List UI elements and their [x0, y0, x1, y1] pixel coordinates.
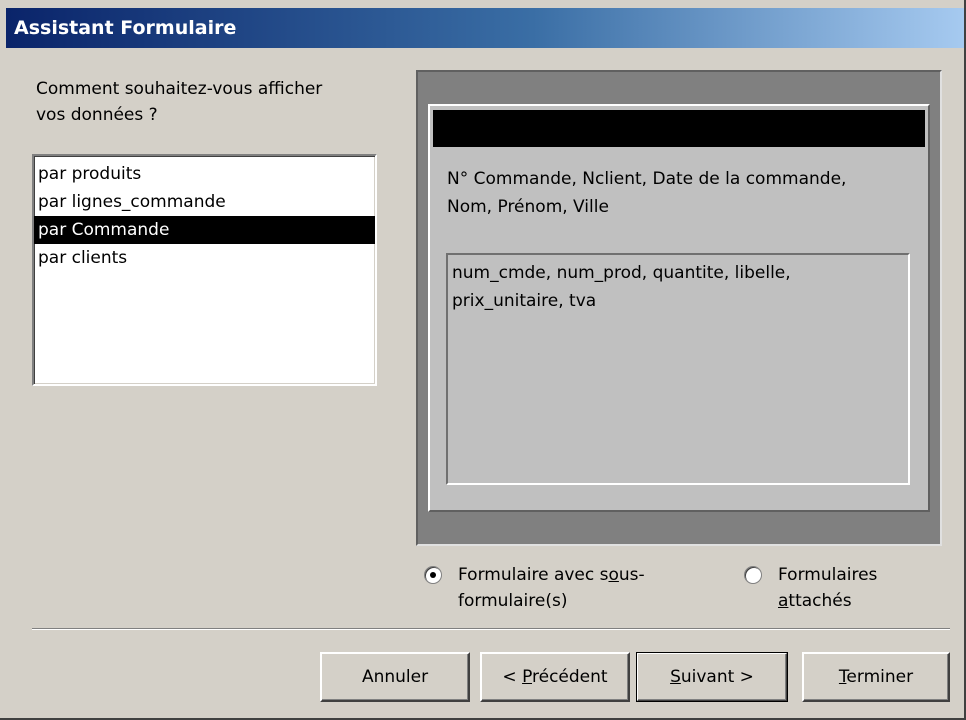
- radio-label-subform[interactable]: Formulaire avec sous- formulaire(s): [458, 562, 645, 614]
- radio-subform-option[interactable]: Formulaire avec sous- formulaire(s): [424, 562, 645, 614]
- previous-accel: P: [522, 667, 533, 687]
- finish-button-label: Terminer: [839, 667, 913, 687]
- subform-preview: num_cmde, num_prod, quantite, libelle, p…: [446, 253, 910, 485]
- title-bar[interactable]: Assistant Formulaire: [6, 8, 964, 48]
- finish-button[interactable]: Terminer: [802, 652, 950, 702]
- previous-text-b: récédent: [532, 667, 608, 687]
- radio-button-subform[interactable]: [424, 566, 442, 584]
- radio-linked-accel: a: [778, 591, 789, 611]
- main-fields-line-2: Nom, Prénom, Ville: [447, 197, 609, 217]
- prompt-line-1: Comment souhaitez-vous afficher: [36, 79, 323, 99]
- next-text-b: uivant >: [680, 667, 754, 687]
- next-button[interactable]: Suivant >: [636, 652, 788, 702]
- radio-subform-text-a: Formulaire avec s: [458, 565, 609, 585]
- cancel-button[interactable]: Annuler: [320, 652, 470, 702]
- subform-fields-line-1: num_cmde, num_prod, quantite, libelle,: [452, 263, 791, 283]
- prompt-text: Comment souhaitez-vous afficher vos donn…: [36, 76, 396, 128]
- cancel-button-label: Annuler: [361, 667, 429, 687]
- radio-subform-accel: o: [608, 565, 619, 585]
- wizard-window: Assistant Formulaire Comment souhaitez-v…: [0, 0, 966, 720]
- finish-text-b: erminer: [846, 667, 914, 687]
- list-item-par-clients[interactable]: par clients: [34, 244, 375, 272]
- previous-button-label: < Précédent: [502, 667, 607, 687]
- radio-button-linked[interactable]: [744, 566, 762, 584]
- list-item-par-commande[interactable]: par Commande: [34, 216, 375, 244]
- main-form-fields: N° Commande, Nclient, Date de la command…: [447, 165, 917, 221]
- radio-linked-text-b: ttachés: [788, 591, 852, 611]
- view-by-listbox[interactable]: par produits par lignes_commande par Com…: [32, 154, 377, 386]
- previous-text-a: <: [502, 667, 523, 687]
- subform-fields-line-2: prix_unitaire, tva: [452, 291, 597, 311]
- form-preview-header-bar: [433, 110, 925, 147]
- prompt-line-2: vos données ?: [36, 105, 158, 125]
- radio-subform-line-2: formulaire(s): [458, 591, 568, 611]
- previous-button[interactable]: < Précédent: [480, 652, 630, 702]
- radio-linked-line-1: Formulaires: [778, 565, 878, 585]
- separator-line: [32, 628, 950, 630]
- radio-label-linked[interactable]: Formulaires attachés: [778, 562, 877, 614]
- radio-subform-text-b: us-: [618, 565, 645, 585]
- window-title: Assistant Formulaire: [14, 17, 237, 39]
- list-item-par-produits[interactable]: par produits: [34, 160, 375, 188]
- list-item-par-lignes-commande[interactable]: par lignes_commande: [34, 188, 375, 216]
- next-button-label: Suivant >: [670, 667, 754, 687]
- main-fields-line-1: N° Commande, Nclient, Date de la command…: [447, 169, 847, 189]
- radio-linked-option[interactable]: Formulaires attachés: [744, 562, 877, 614]
- next-accel: S: [670, 667, 681, 687]
